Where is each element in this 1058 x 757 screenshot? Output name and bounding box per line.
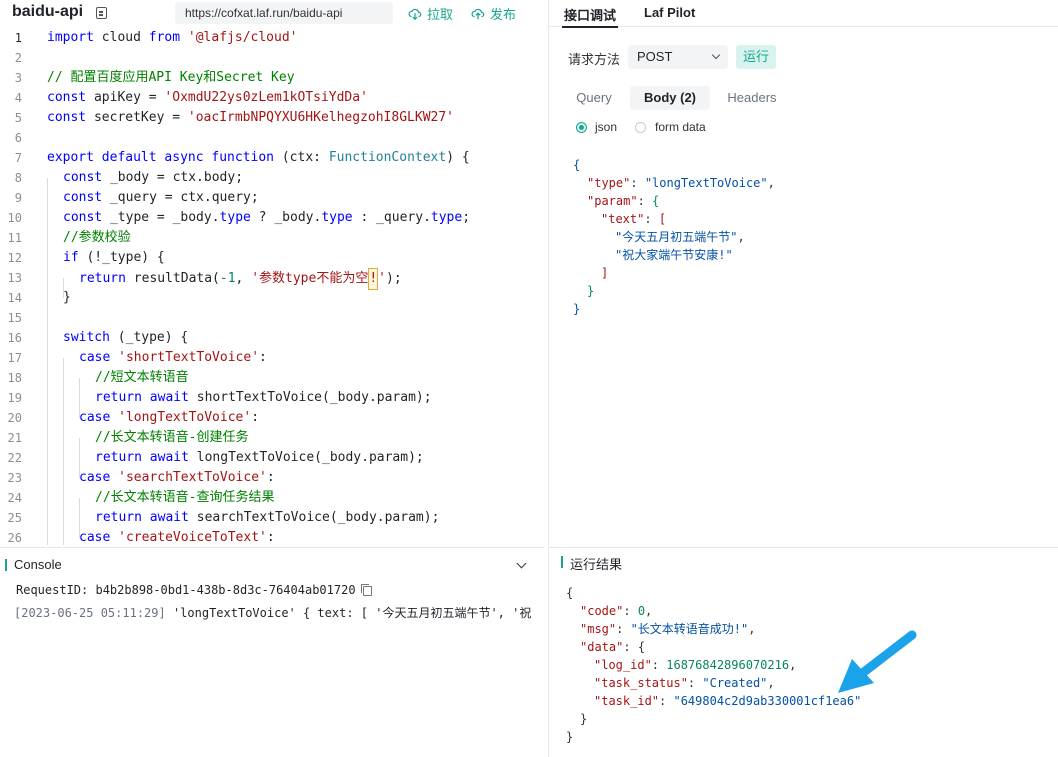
- pull-button[interactable]: 拉取: [408, 4, 453, 23]
- json-line: "text": [: [601, 212, 667, 226]
- code-line: 21//长文本转语音-创建任务: [7, 430, 249, 445]
- json-line: "param": {: [587, 194, 660, 208]
- json-line: {: [573, 158, 581, 172]
- json-line: {: [566, 586, 574, 600]
- code-line: 23 case 'searchTextToVoice':: [7, 470, 275, 485]
- tab-body[interactable]: Body (2): [630, 86, 710, 110]
- method-value: POST: [637, 49, 673, 64]
- radio-form-data[interactable]: [635, 122, 646, 133]
- console-log-line: [2023-06-25 05:11:29] 'longTextToVoice' …: [14, 606, 532, 620]
- json-line: "code": 0,: [580, 604, 653, 618]
- code-line: 8 const _body = ctx.body;: [14, 170, 244, 185]
- code-line: 9 const _query = ctx.query;: [14, 190, 259, 205]
- function-name: baidu-api: [12, 3, 84, 20]
- result-panel: 运行结果 { "code": 0, "msg": "长文本转语音成功!", "d…: [548, 547, 1058, 757]
- annotation-arrow-icon: [838, 630, 917, 693]
- code-line: 5 const secretKey = 'oacIrmbNPQYXU6HKelhe…: [14, 110, 454, 125]
- code-line: 6: [14, 131, 22, 145]
- function-url-field[interactable]: https://cofxat.laf.run/baidu-api: [175, 2, 393, 24]
- code-line: 18//短文本转语音: [7, 370, 189, 385]
- json-line: "msg": "长文本转语音成功!",: [580, 622, 756, 636]
- code-line: 2: [14, 51, 22, 65]
- json-line: "log_id": 16876842896070216,: [594, 658, 797, 672]
- publish-label: 发布: [490, 7, 517, 22]
- run-button[interactable]: 运行: [736, 45, 776, 69]
- code-line: 22 return await longTextToVoice(_body.par…: [7, 450, 424, 465]
- tab-laf-pilot[interactable]: Laf Pilot: [644, 5, 695, 20]
- section-marker: [561, 556, 563, 568]
- json-line: "type": "longTextToVoice",: [587, 176, 775, 190]
- code-line: 15: [7, 311, 22, 325]
- code-line: 1 import cloud from '@lafjs/cloud': [14, 30, 298, 45]
- code-line: 3// 配置百度应用API Key和Secret Key: [14, 70, 295, 85]
- console-title: Console: [14, 557, 62, 572]
- code-line: 19 return await shortTextToVoice(_body.pa…: [7, 390, 432, 405]
- publish-button[interactable]: 发布: [471, 4, 516, 23]
- cloud-download-icon: [408, 8, 422, 20]
- chevron-down-icon: [711, 50, 721, 60]
- code-line: 13 return resultData(-1, '参数type不能为空!');: [0, 268, 544, 290]
- code-line: 24//长文本转语音-查询任务结果: [7, 490, 275, 505]
- tab-api-debug[interactable]: 接口调试: [561, 5, 619, 28]
- code-line: 10 const _type = _body.type ? _body.type …: [7, 210, 471, 225]
- json-line: "今天五月初五端午节",: [615, 230, 745, 244]
- result-title: 运行结果: [570, 557, 623, 572]
- console-panel: Console RequestID: b4b2b898-0bd1-438b-8d…: [0, 547, 544, 757]
- code-line: 17 case 'shortTextToVoice':: [7, 350, 267, 365]
- json-line: }: [580, 712, 588, 726]
- cloud-upload-icon: [471, 8, 485, 19]
- json-line: ]: [601, 266, 609, 280]
- json-line: "data": {: [580, 640, 646, 654]
- radio-form-data-label[interactable]: form data: [655, 120, 706, 134]
- copy-icon[interactable]: [361, 584, 372, 596]
- json-line: "祝大家端午节安康!": [615, 248, 733, 262]
- code-editor[interactable]: 1 import cloud from '@lafjs/cloud' 2 3// …: [0, 28, 544, 545]
- code-line: 20 case 'longTextToVoice':: [7, 410, 260, 425]
- code-line: 11//参数校验: [7, 230, 131, 245]
- code-line: 25 return await searchTextToVoice(_body.p…: [7, 510, 440, 525]
- tab-query[interactable]: Query: [569, 86, 619, 110]
- code-line: 4 const apiKey = 'OxmdU22ys0zLem1kOTsiYdD…: [14, 90, 368, 105]
- tab-headers[interactable]: Headers: [721, 86, 783, 110]
- code-line: 16 switch (_type) {: [7, 330, 189, 345]
- section-marker: [5, 559, 7, 571]
- json-line: }: [573, 302, 581, 316]
- editor-header: baidu-api https://cofxat.laf.run/baidu-a…: [0, 0, 546, 27]
- panel-tabbar: 接口调试 Laf Pilot: [549, 0, 1058, 28]
- json-line: }: [587, 284, 595, 298]
- method-select[interactable]: POST: [628, 45, 728, 69]
- radio-json[interactable]: [576, 122, 587, 133]
- code-line: 26 case 'createVoiceToText':: [7, 530, 275, 545]
- api-debug-panel: 接口调试 Laf Pilot 请求方法 POST 运行 Query Body (…: [548, 0, 1058, 545]
- chevron-down-icon[interactable]: [516, 558, 527, 569]
- code-line: 12 if (!_type) {: [7, 250, 165, 265]
- radio-json-label[interactable]: json: [595, 120, 617, 134]
- pull-label: 拉取: [427, 7, 454, 22]
- code-line: 7 export default async function (ctx: Fun…: [14, 150, 470, 165]
- json-line: "task_status": "Created",: [594, 676, 775, 690]
- json-line: "task_id": "649804c2d9ab330001cf1ea6": [594, 694, 862, 708]
- json-line: }: [566, 730, 574, 744]
- bracket-match-highlight: !: [368, 268, 379, 290]
- request-id: RequestID: b4b2b898-0bd1-438b-8d3c-76404…: [16, 583, 356, 597]
- document-icon[interactable]: [96, 7, 107, 19]
- method-label: 请求方法: [568, 52, 621, 67]
- code-line: 14}: [7, 290, 71, 305]
